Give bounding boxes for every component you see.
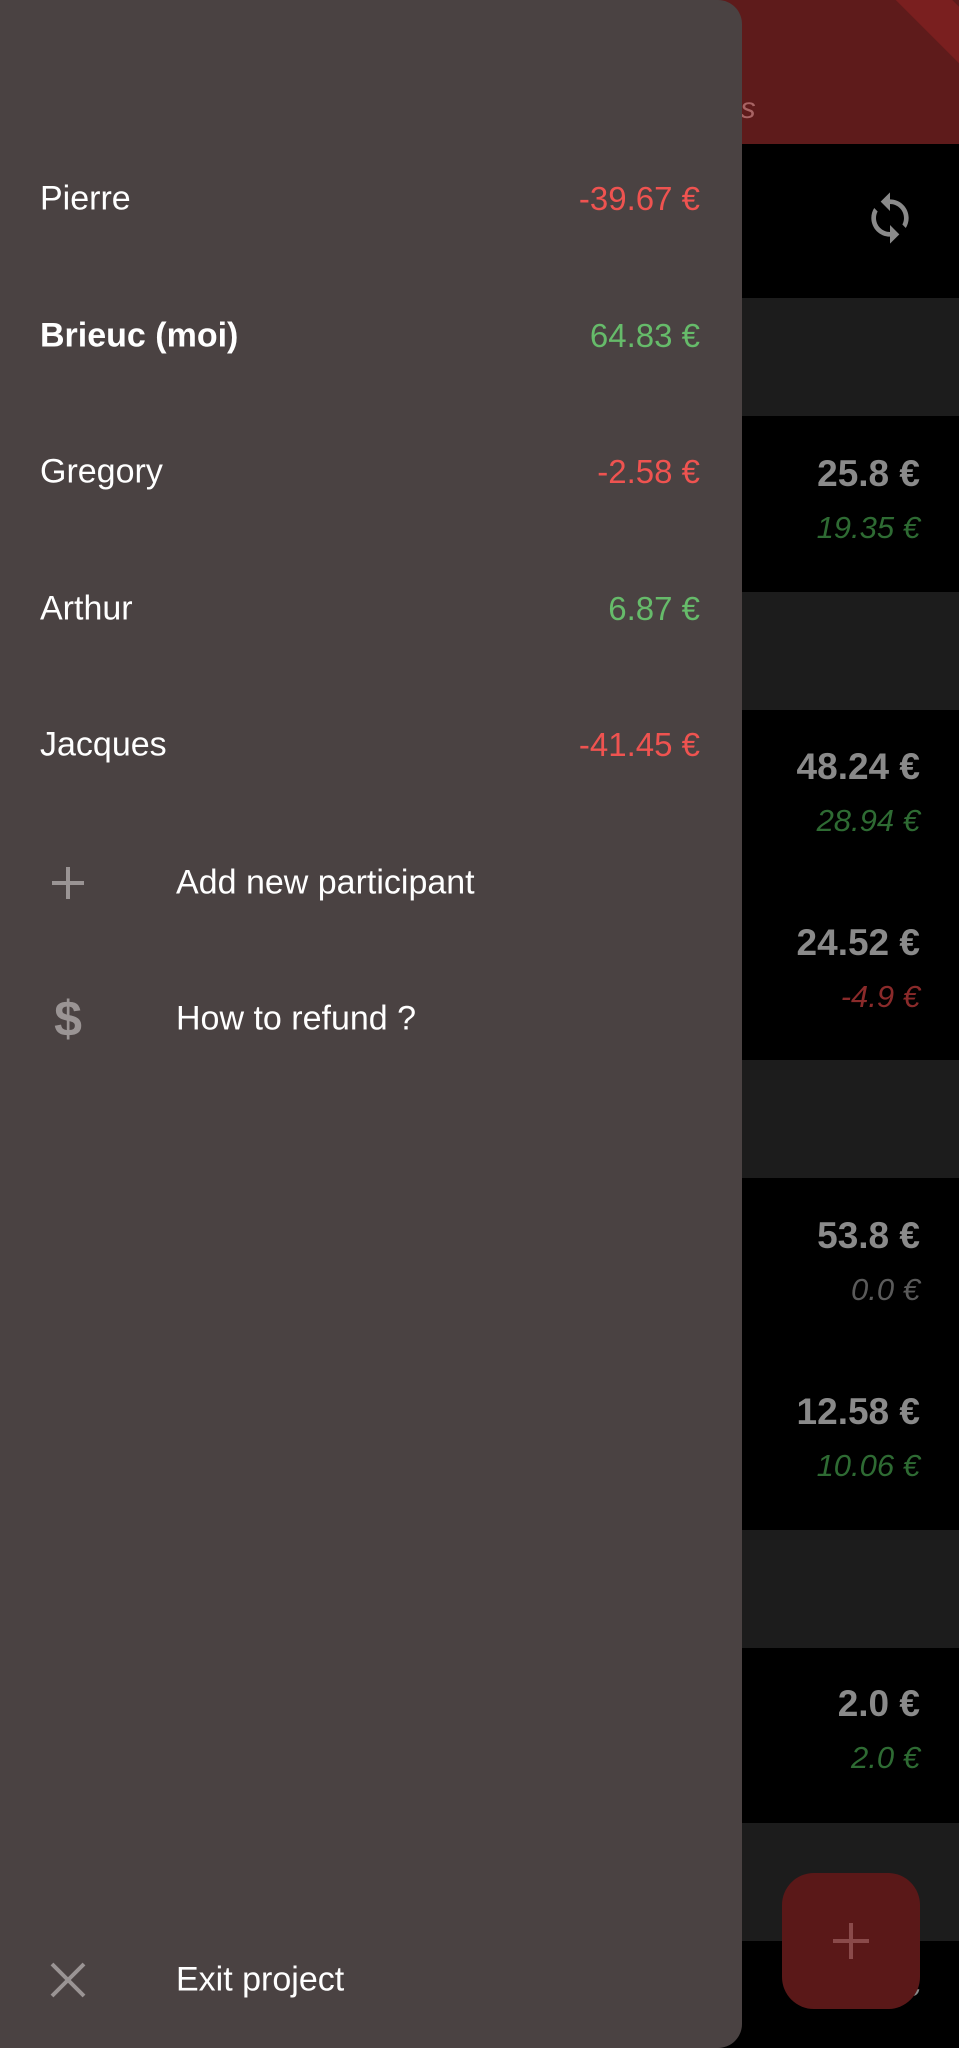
participant-row[interactable]: Jacques -41.45 € [0, 677, 742, 813]
plus-icon [833, 1923, 869, 1959]
participant-row[interactable]: Gregory -2.58 € [0, 404, 742, 540]
screen: es 25.8 €19.35 €48.24 €28.94 €24.52 €-4.… [0, 0, 959, 2048]
how-to-refund-label: How to refund ? [176, 999, 417, 1038]
add-participant-button[interactable]: Add new participant [0, 815, 742, 951]
navigation-drawer: Pierre -39.67 € Brieuc (moi) 64.83 € Gregory… [0, 0, 742, 2048]
participant-name: Gregory [40, 452, 163, 491]
participant-balance: 6.87 € [608, 590, 700, 627]
participant-balance: -41.45 € [578, 726, 700, 763]
participant-balance: -39.67 € [578, 180, 700, 217]
participant-name: Pierre [40, 179, 131, 218]
participant-balance: 64.83 € [589, 317, 700, 354]
dollar-icon: $ [54, 991, 82, 1047]
close-icon [50, 1962, 86, 1998]
how-to-refund-button[interactable]: $ How to refund ? [0, 951, 742, 1087]
participant-row[interactable]: Arthur 6.87 € [0, 541, 742, 677]
participant-balance: -2.58 € [597, 453, 700, 490]
participant-name: Jacques [40, 725, 167, 764]
exit-project-label: Exit project [176, 1960, 345, 1999]
exit-project-button[interactable]: Exit project [0, 1912, 742, 2048]
participant-name: Brieuc (moi) [40, 316, 239, 355]
add-expense-button[interactable] [782, 1873, 920, 2009]
participant-row[interactable]: Brieuc (moi) 64.83 € [0, 268, 742, 404]
add-participant-label: Add new participant [176, 863, 475, 902]
participant-row[interactable]: Pierre -39.67 € [0, 131, 742, 267]
plus-icon [52, 867, 84, 899]
sync-icon[interactable] [862, 190, 918, 246]
debug-banner [873, 0, 959, 71]
participant-name: Arthur [40, 589, 133, 628]
